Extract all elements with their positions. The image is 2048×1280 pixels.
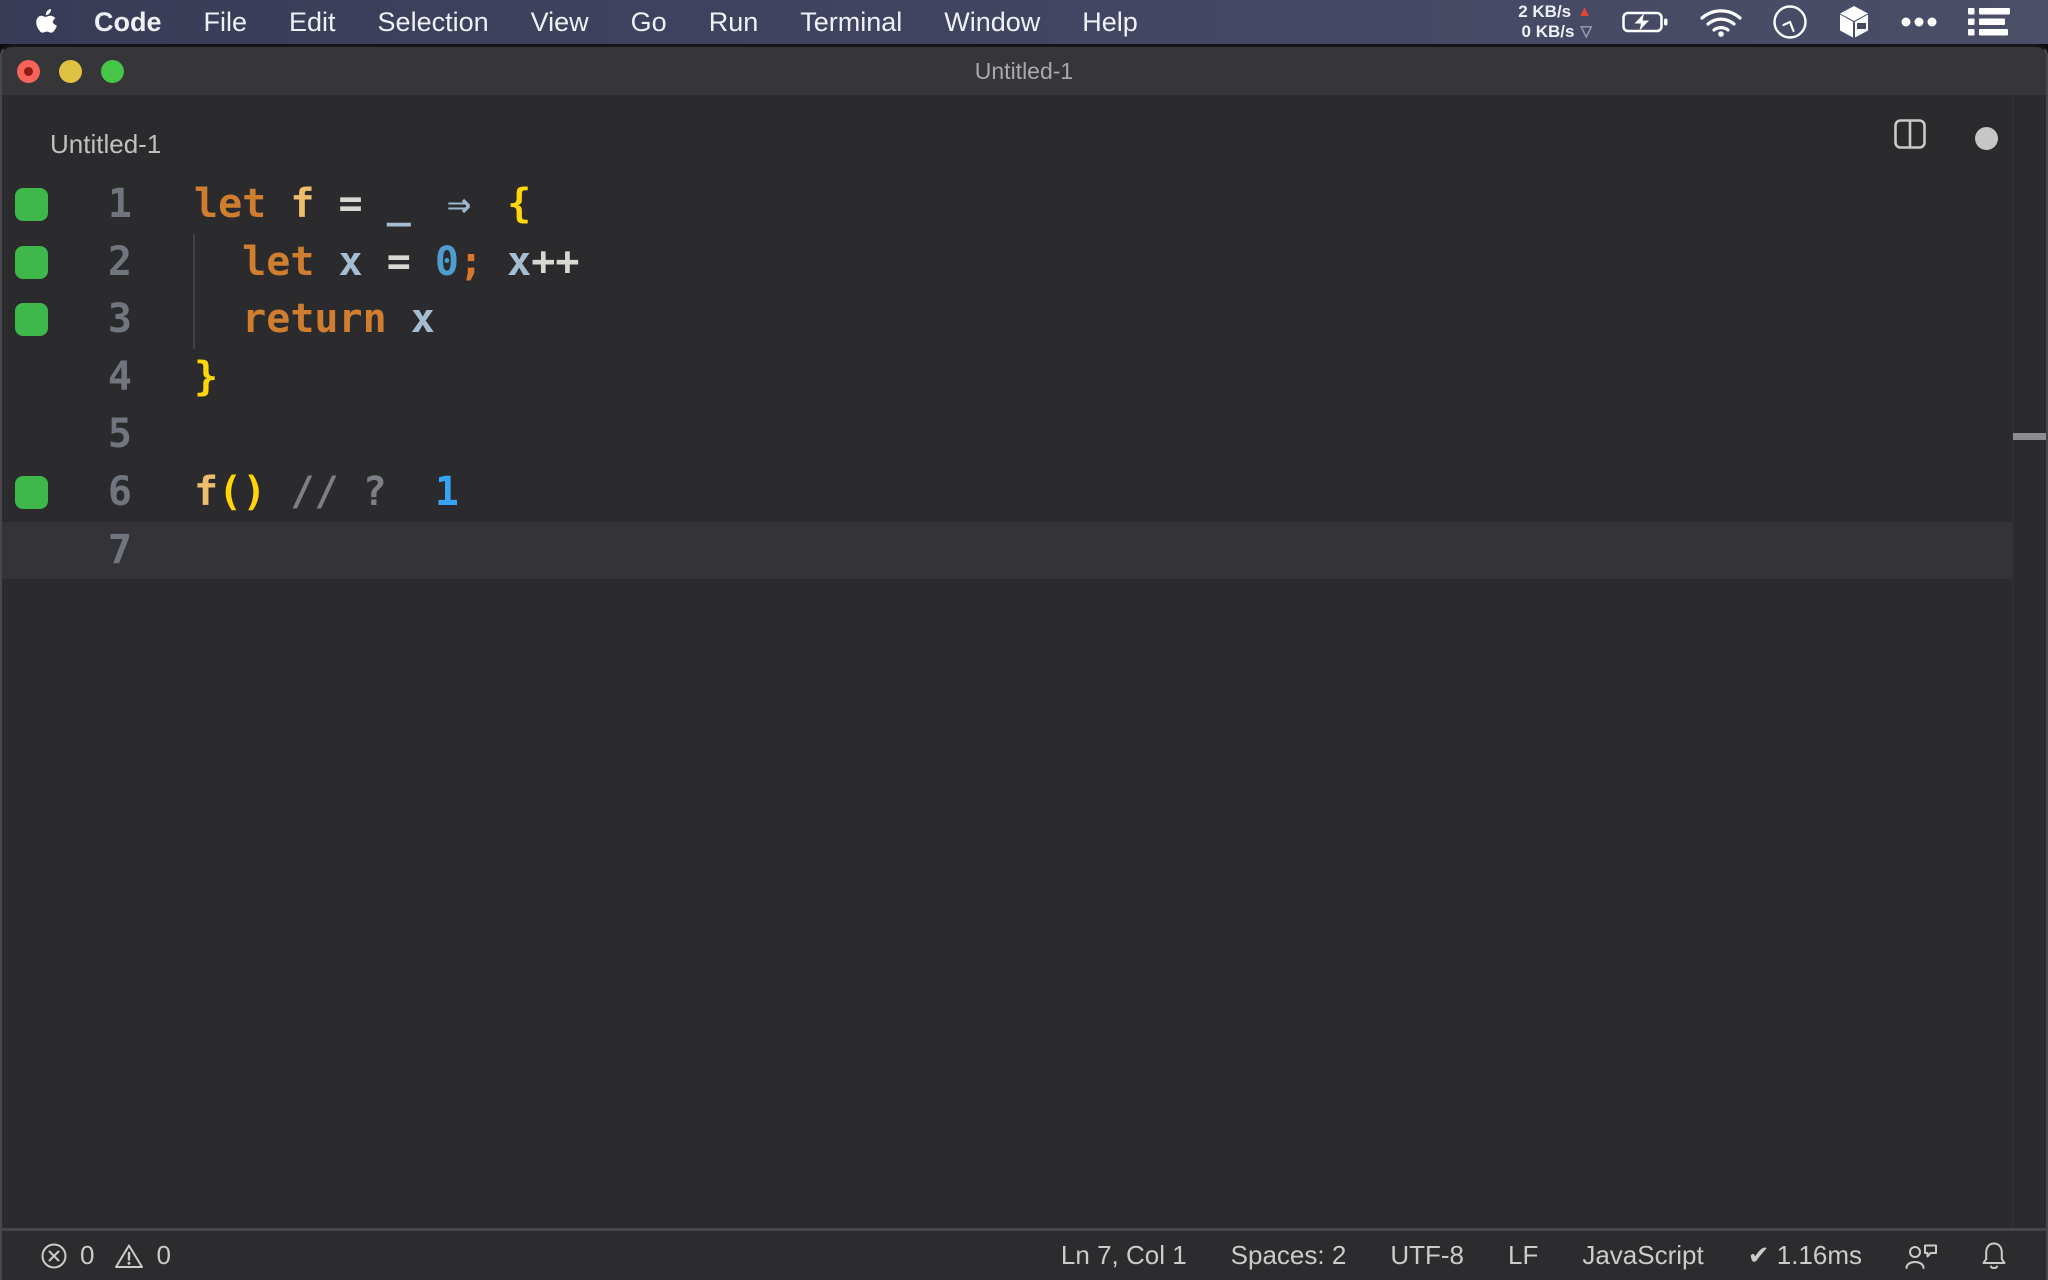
error-count: 0	[80, 1240, 95, 1270]
menu-items: File Edit Selection View Go Run Terminal Window…	[183, 7, 1159, 38]
menu-item-edit[interactable]: Edit	[268, 7, 357, 38]
gutter: 5	[2, 406, 194, 464]
apple-logo-icon	[36, 8, 57, 33]
apple-menu[interactable]	[34, 8, 59, 36]
quokka-coverage-indicator	[15, 245, 48, 279]
overview-ruler-cursor-mark	[2013, 433, 2046, 440]
warning-icon	[114, 1242, 144, 1270]
code-line-6[interactable]: 6 f() // ? 1	[2, 464, 2012, 522]
error-icon	[40, 1242, 68, 1270]
gutter: 3	[2, 291, 194, 349]
code-text: f() // ? 1	[194, 468, 459, 515]
indent-guide	[193, 234, 195, 349]
status-bar-right: Ln 7, Col 1 Spaces: 2 UTF-8 LF JavaScript ✔ 1…	[1061, 1240, 2008, 1271]
gutter: 4	[2, 349, 194, 407]
upload-arrow-icon: ▲	[1577, 3, 1592, 20]
menu-item-terminal[interactable]: Terminal	[779, 7, 923, 38]
maximize-button[interactable]	[101, 59, 124, 83]
menu-bar-left: Code File Edit Selection View Go Run Terminal W…	[0, 7, 1159, 38]
tab-untitled-1[interactable]: Untitled-1	[50, 129, 161, 160]
code-text: }	[194, 353, 219, 400]
menu-item-selection[interactable]: Selection	[357, 7, 510, 38]
code-line-5[interactable]: 5	[2, 406, 2012, 464]
line-number: 7	[107, 526, 132, 573]
menu-bar: Code File Edit Selection View Go Run Terminal W…	[0, 0, 2048, 44]
indentation[interactable]: Spaces: 2	[1231, 1240, 1347, 1271]
clock-icon[interactable]	[1772, 4, 1808, 40]
cursor-position[interactable]: Ln 7, Col 1	[1061, 1240, 1187, 1271]
ellipsis-icon[interactable]	[1900, 16, 1938, 28]
line-number: 5	[107, 411, 132, 458]
quokka-coverage-indicator	[15, 188, 48, 221]
gutter: 6	[2, 464, 194, 522]
notifications-bell-icon[interactable]	[1980, 1241, 2008, 1271]
status-bar-items: Ln 7, Col 1 Spaces: 2 UTF-8 LF JavaScript ✔ 1…	[1061, 1240, 1862, 1271]
code-line-3[interactable]: 3 return x	[2, 291, 2012, 349]
net-down-text: 0 KB/s	[1521, 22, 1575, 41]
gutter: 1	[2, 176, 194, 234]
gutter: 2	[2, 234, 194, 292]
line-number: 6	[107, 468, 132, 515]
code-editor[interactable]: 1 let f = _ ⇒ {2 let x = 0; x++ 3 return x…	[2, 176, 2012, 580]
line-number: 1	[107, 181, 132, 227]
problems-indicator[interactable]: 0 0	[40, 1240, 171, 1271]
quokka-coverage-indicator	[15, 303, 48, 337]
net-up-text: 2 KB/s	[1518, 2, 1572, 21]
vscode-window: Untitled-1 Untitled-1 1 let f = _ ⇒ { 2 le…	[0, 44, 2048, 1280]
code-text: let f = _ ⇒ {	[194, 181, 532, 227]
gutter: 7	[2, 522, 194, 580]
quokka-coverage-indicator	[15, 475, 48, 509]
code-line-7[interactable]: 7	[2, 521, 2012, 580]
feedback-icon[interactable]	[1904, 1241, 1938, 1271]
line-number: 2	[107, 238, 132, 285]
wifi-icon[interactable]	[1700, 7, 1742, 37]
code-line-4[interactable]: 4}	[2, 349, 2012, 407]
battery-charging-icon[interactable]	[1622, 9, 1670, 35]
menu-item-file[interactable]: File	[183, 7, 269, 38]
language-mode[interactable]: JavaScript	[1582, 1240, 1703, 1271]
menu-item-go[interactable]: Go	[610, 7, 688, 38]
close-button[interactable]	[17, 59, 40, 83]
list-icon[interactable]	[1968, 6, 2010, 38]
menu-item-view[interactable]: View	[510, 7, 610, 38]
unsaved-indicator-dot[interactable]	[1975, 127, 1998, 150]
overview-ruler[interactable]	[2012, 95, 2013, 1228]
split-editor-button[interactable]	[1894, 119, 1926, 154]
line-number: 4	[107, 353, 132, 400]
eol-sequence[interactable]: LF	[1508, 1240, 1538, 1271]
download-arrow-icon: ▽	[1580, 23, 1592, 40]
code-text: let x = 0; x++	[242, 238, 580, 285]
line-number: 3	[107, 296, 132, 343]
code-text: return x	[242, 296, 435, 343]
code-line-2[interactable]: 2 let x = 0; x++	[2, 234, 2012, 292]
encoding[interactable]: UTF-8	[1390, 1240, 1464, 1271]
menu-item-run[interactable]: Run	[688, 7, 780, 38]
minimize-button[interactable]	[59, 59, 82, 83]
traffic-lights	[17, 47, 124, 95]
menu-bar-status-icons: 2 KB/s ▲ 0 KB/s ▽	[1518, 2, 2048, 42]
warning-count: 0	[156, 1240, 171, 1270]
menu-item-help[interactable]: Help	[1061, 7, 1159, 38]
network-speed-indicator[interactable]: 2 KB/s ▲ 0 KB/s ▽	[1518, 2, 1592, 42]
window-title: Untitled-1	[974, 57, 1074, 84]
quokka-status[interactable]: ✔ 1.16ms	[1748, 1240, 1862, 1271]
title-bar[interactable]: Untitled-1	[2, 47, 2046, 95]
menu-item-window[interactable]: Window	[923, 7, 1061, 38]
status-bar: 0 0 Ln 7, Col 1 Spaces: 2 UTF-8 LF JavaScrip…	[2, 1228, 2046, 1280]
menu-item-code[interactable]: Code	[73, 7, 183, 38]
cube-icon[interactable]	[1838, 5, 1870, 39]
code-line-1[interactable]: 1 let f = _ ⇒ {	[2, 176, 2012, 234]
